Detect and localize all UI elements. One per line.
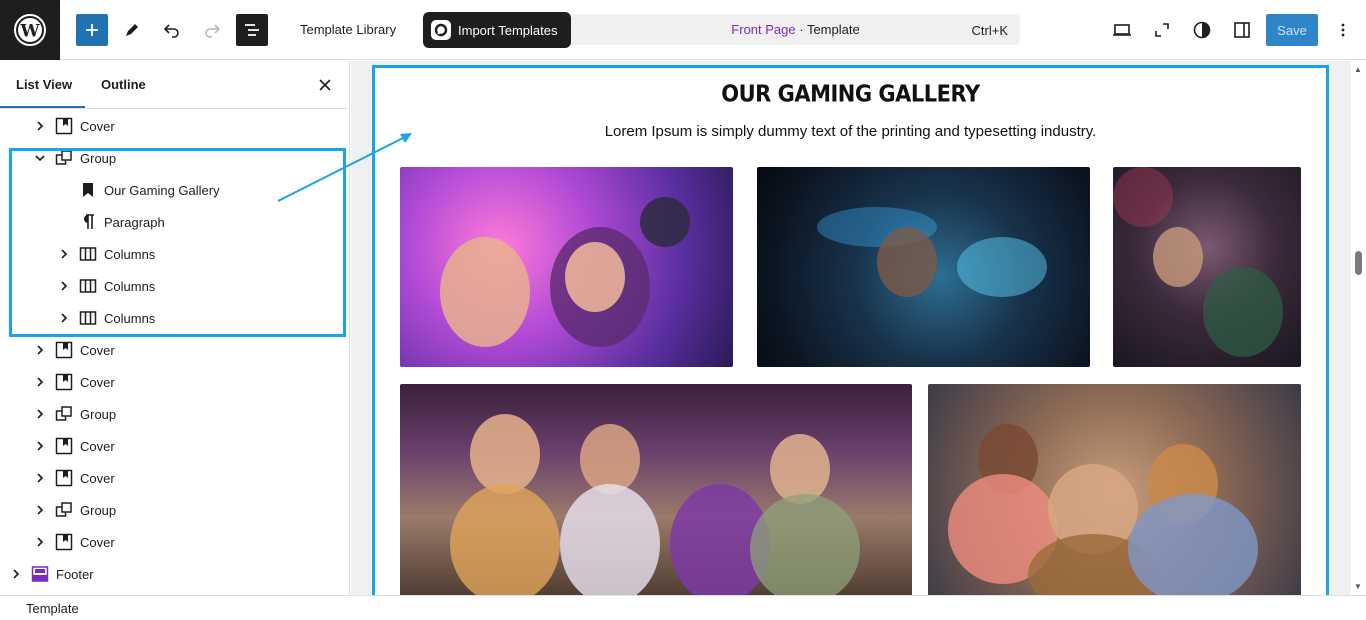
list-view-item-cover[interactable]: Cover [32,366,115,398]
list-view-item-group[interactable]: Group [32,494,116,526]
panel-tabs: List View Outline [0,61,349,109]
list-view-item-label: Footer [56,566,94,582]
block-breadcrumb-bar: Template [0,595,1366,620]
add-block-button[interactable] [76,14,108,46]
laptop-icon [1113,24,1131,36]
more-vertical-icon [1341,23,1345,37]
list-view-item-label: Cover [80,534,115,550]
canvas-scrollbar[interactable]: ▲ ▼ [1351,61,1366,595]
scroll-up-arrow-icon[interactable]: ▲ [1354,65,1362,74]
list-view-item-cover[interactable]: Cover [32,462,115,494]
document-title: Front Page · Template [571,22,1020,37]
list-view-item-label: Group [80,406,117,422]
chevron-right-icon[interactable] [32,342,48,358]
options-menu-button[interactable] [1327,14,1359,46]
undo-button[interactable] [156,14,188,46]
styles-button[interactable] [1186,14,1218,46]
template-library-link[interactable]: Template Library [300,22,396,37]
wordpress-logo-button[interactable]: W [0,0,60,60]
cover-icon [54,532,74,552]
gaming-photo-neon-couple[interactable] [400,167,733,367]
list-view-item-label: Cover [80,470,115,486]
pencil-icon [126,24,138,36]
gaming-photo-esports-arena[interactable] [757,167,1090,367]
editor-toolbar: W Template Library Import Templates Fron… [0,0,1366,60]
cover-icon [54,372,74,392]
wordpress-icon: W [14,14,46,46]
cover-icon [54,340,74,360]
list-view-item-label: Cover [80,118,115,134]
sidebar-icon [1234,22,1250,38]
footer-icon [30,564,50,584]
command-palette-bar[interactable]: Front Page · Template Ctrl+K [571,14,1020,45]
import-logo-icon [431,20,451,40]
gallery-paragraph[interactable]: Lorem Ipsum is simply dummy text of the … [375,123,1326,140]
chevron-right-icon[interactable] [32,470,48,486]
expand-icon [1155,23,1169,37]
settings-sidebar-button[interactable] [1226,14,1258,46]
chevron-right-icon[interactable] [32,534,48,550]
gaming-photo-family-controllers[interactable] [928,384,1301,600]
svg-text:W: W [19,22,40,42]
import-templates-label: Import Templates [458,22,558,38]
cover-icon [54,116,74,136]
list-view-item-group[interactable]: Group [32,398,116,430]
scrollbar-thumb[interactable] [1355,251,1362,275]
gallery-heading[interactable]: OUR GAMING GALLERY [375,81,1326,107]
template-preview[interactable]: OUR GAMING GALLERY Lorem Ipsum is simply… [372,65,1329,603]
list-view-item-label: Cover [80,342,115,358]
gaming-photo-friends-couch[interactable] [400,384,912,600]
list-view-icon [245,24,259,36]
group-icon [54,404,74,424]
close-panel-button[interactable] [315,75,335,95]
list-view-item-label: Cover [80,438,115,454]
import-templates-button[interactable]: Import Templates [423,12,571,48]
contrast-icon [1193,21,1211,39]
cover-icon [54,436,74,456]
command-shortcut: Ctrl+K [971,23,1008,38]
cover-icon [54,468,74,488]
gaming-photo-lan-party[interactable] [1113,167,1301,367]
list-view-item-cover[interactable]: Cover [32,334,115,366]
tab-outline[interactable]: Outline [101,77,146,92]
scroll-down-arrow-icon[interactable]: ▼ [1354,582,1362,591]
fullscreen-button[interactable] [1146,14,1178,46]
list-view-item-label: Cover [80,374,115,390]
chevron-right-icon[interactable] [32,118,48,134]
list-view-item-cover[interactable]: Cover [32,526,115,558]
chevron-right-icon[interactable] [8,566,24,582]
document-overview-button[interactable] [236,14,268,46]
list-view-item-label: Group [80,502,117,518]
plus-icon [86,24,98,36]
preview-device-button[interactable] [1106,14,1138,46]
chevron-right-icon[interactable] [32,502,48,518]
undo-icon [163,24,179,38]
list-view-item-cover[interactable]: Cover [32,430,115,462]
document-separator: · [795,22,807,37]
tab-list-view[interactable]: List View [16,77,72,92]
document-page-name: Front Page [731,22,796,37]
list-view-item-cover[interactable]: Cover [32,110,115,142]
chevron-right-icon[interactable] [32,374,48,390]
close-icon [319,79,331,91]
redo-icon [205,24,221,38]
document-type: Template [806,22,860,37]
tools-button[interactable] [116,14,148,46]
chevron-right-icon[interactable] [32,406,48,422]
annotation-highlight-box [9,148,346,337]
redo-button[interactable] [196,14,228,46]
list-view-item-footer[interactable]: Footer [8,558,94,590]
active-tab-indicator [0,106,85,108]
chevron-right-icon[interactable] [32,438,48,454]
save-button[interactable]: Save [1266,14,1318,46]
breadcrumb-template[interactable]: Template [26,601,79,616]
group-icon [54,500,74,520]
